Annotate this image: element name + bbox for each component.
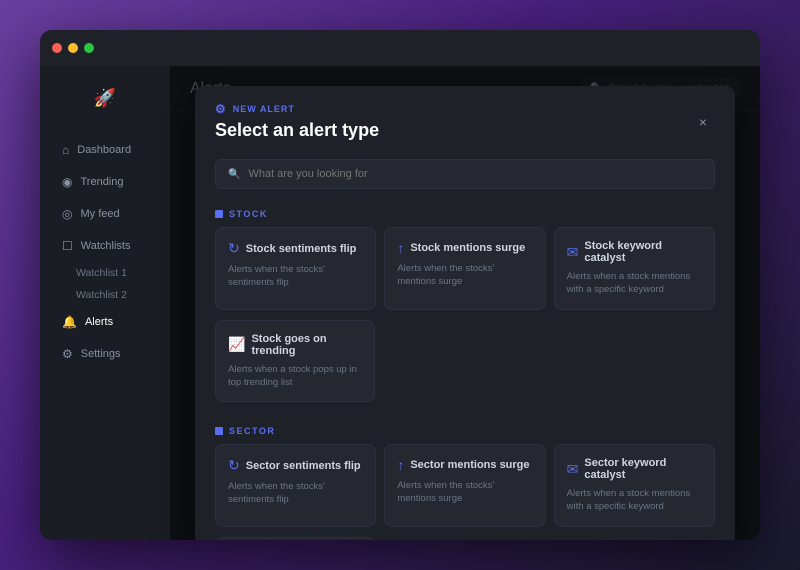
trending-up-icon: 📈 [228,336,245,353]
content-area: Alerts 🔍 ⚙ NEW ALERT [170,66,760,540]
modal-title: Select an alert type [215,120,379,141]
dot-maximize[interactable] [84,43,94,53]
card-icon-row: ✉ Stock keyword catalyst [567,240,702,264]
main-layout: 🚀 ⌂ Dashboard ◉ Trending ◎ My feed ☐ Wat… [40,66,760,540]
card-icon-row: ✉ Sector keyword catalyst [567,457,702,481]
card-sector-mentions-surge[interactable]: ↑ Sector mentions surge Alerts when the … [384,444,545,527]
card-stock-keyword-catalyst[interactable]: ✉ Stock keyword catalyst Alerts when a s… [554,227,715,310]
modal-header-left: ⚙ NEW ALERT Select an alert type [215,102,379,141]
sector-mentions-surge-icon: ↑ [397,457,404,473]
alerts-icon: 🔔 [62,315,77,329]
card-sector-keyword-catalyst[interactable]: ✉ Sector keyword catalyst Alerts when a … [554,444,715,527]
sidebar-item-myfeed[interactable]: ◎ My feed [46,199,164,229]
alert-type-modal: ⚙ NEW ALERT Select an alert type × 🔍 [195,86,735,540]
sentiments-flip-icon: ↻ [228,240,240,257]
sidebar-sub-watchlist2[interactable]: Watchlist 2 [40,284,170,306]
sector-keyword-catalyst-icon: ✉ [567,461,579,478]
card-icon-row: 📈 Stock goes on trending [228,333,362,357]
sector-cards-grid: ↻ Sector sentiments flip Alerts when the… [195,444,735,537]
trending-icon: ◉ [62,175,72,189]
card-icon-row: ↻ Sector sentiments flip [228,457,363,474]
dot-close[interactable] [52,43,62,53]
section-label-sector: SECTOR [195,416,735,444]
home-icon: ⌂ [62,143,69,157]
sector-trending-section: 📈 Sector goes on trending Alerts when a … [195,537,735,540]
feed-icon: ◎ [62,207,72,221]
modal-close-button[interactable]: × [691,110,715,134]
sidebar-item-settings[interactable]: ⚙ Settings [46,339,164,369]
sidebar-item-watchlists[interactable]: ☐ Watchlists [46,231,164,261]
modal-overlay: ⚙ NEW ALERT Select an alert type × 🔍 [170,66,760,540]
sidebar-sub-watchlist1[interactable]: Watchlist 1 [40,262,170,284]
card-sector-sentiments-flip[interactable]: ↻ Sector sentiments flip Alerts when the… [215,444,376,527]
dot-minimize[interactable] [68,43,78,53]
mentions-surge-icon: ↑ [397,240,404,256]
stock-cards-grid: ↻ Stock sentiments flip Alerts when the … [195,227,735,320]
sidebar-logo: 🚀 [40,82,170,114]
card-icon-row: ↻ Stock sentiments flip [228,240,363,257]
sidebar-item-alerts[interactable]: 🔔 Alerts [46,307,164,337]
keyword-catalyst-icon: ✉ [567,244,579,261]
card-stock-mentions-surge[interactable]: ↑ Stock mentions surge Alerts when the s… [384,227,545,310]
settings-icon: ⚙ [62,347,73,361]
card-icon-row: ↑ Stock mentions surge [397,240,532,256]
new-alert-badge: ⚙ NEW ALERT [215,102,379,116]
card-stock-sentiments-flip[interactable]: ↻ Stock sentiments flip Alerts when the … [215,227,376,310]
app-window: 🚀 ⌂ Dashboard ◉ Trending ◎ My feed ☐ Wat… [40,30,760,540]
modal-header: ⚙ NEW ALERT Select an alert type × [195,86,735,149]
modal-search-container: 🔍 [195,149,735,199]
sidebar-item-dashboard[interactable]: ⌂ Dashboard [46,135,164,165]
titlebar [40,30,760,66]
section-label-stock: STOCK [195,199,735,227]
sidebar: 🚀 ⌂ Dashboard ◉ Trending ◎ My feed ☐ Wat… [40,66,170,540]
sector-sentiments-flip-icon: ↻ [228,457,240,474]
stock-trending-section: 📈 Stock goes on trending Alerts when a s… [195,320,735,417]
card-stock-goes-on-trending[interactable]: 📈 Stock goes on trending Alerts when a s… [215,320,375,403]
card-icon-row: ↑ Sector mentions surge [397,457,532,473]
modal-search-icon: 🔍 [228,169,240,180]
watchlist-icon: ☐ [62,239,73,253]
modal-search-inner[interactable]: 🔍 [215,159,715,189]
sidebar-item-trending[interactable]: ◉ Trending [46,167,164,197]
alert-badge-icon: ⚙ [215,102,227,116]
card-sector-goes-on-trending[interactable]: 📈 Sector goes on trending Alerts when a … [215,537,375,540]
modal-search-input[interactable] [248,168,702,180]
